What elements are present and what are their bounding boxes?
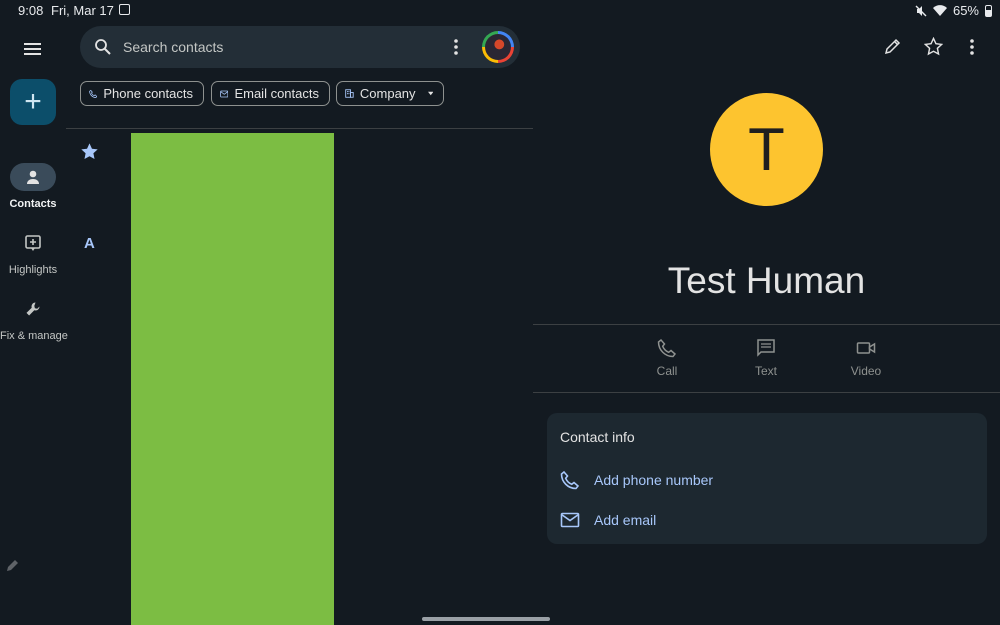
nav-pill-contacts — [10, 163, 56, 191]
contact-initial: T — [748, 116, 785, 183]
nav-label-fix-manage: Fix & manage — [0, 330, 68, 342]
company-filter-chip[interactable]: Company — [336, 81, 444, 106]
add-phone-row[interactable]: Add phone number — [560, 470, 713, 490]
nav-label-highlights: Highlights — [8, 264, 58, 276]
phone-icon — [89, 89, 98, 98]
phone-contacts-chip[interactable]: Phone contacts — [80, 81, 204, 106]
text-action-button[interactable]: Text — [736, 338, 796, 378]
contact-avatar: T — [710, 93, 823, 206]
contact-list-redacted — [131, 133, 334, 625]
phone-contacts-label: Phone contacts — [103, 86, 193, 101]
status-date: Fri, Mar 17 — [51, 3, 114, 18]
plus-icon: + — [24, 85, 42, 118]
call-action-button[interactable]: Call — [637, 338, 697, 378]
text-label: Text — [754, 364, 777, 378]
nav-item-highlights[interactable]: Highlights — [0, 229, 66, 276]
more-vert-icon[interactable] — [454, 38, 458, 56]
call-icon — [657, 338, 677, 358]
search-icon — [95, 39, 111, 55]
contact-info-title: Contact info — [560, 429, 635, 445]
email-contacts-label: Email contacts — [234, 86, 319, 101]
menu-icon[interactable] — [23, 41, 43, 57]
search-bar[interactable]: Search contacts — [80, 26, 520, 68]
account-avatar[interactable] — [482, 31, 514, 63]
contact-name: Test Human — [667, 260, 866, 301]
actions-bottom-divider — [533, 392, 1000, 393]
nav-label-contacts: Contacts — [9, 198, 57, 210]
home-indicator[interactable] — [422, 617, 550, 621]
edit-pencil-icon[interactable] — [6, 558, 20, 572]
actions-top-divider — [533, 324, 1000, 325]
list-divider — [66, 128, 533, 129]
notification-icon — [119, 4, 130, 15]
nav-pill-highlights — [10, 229, 56, 257]
account-avatar-image — [485, 34, 511, 60]
nav-item-fix-manage[interactable]: Fix & manage — [0, 295, 68, 342]
battery-percent: 65% — [952, 3, 979, 18]
highlights-icon — [25, 235, 41, 251]
edit-icon[interactable] — [884, 37, 902, 55]
message-icon — [757, 339, 775, 357]
create-contact-button[interactable]: + — [10, 79, 56, 125]
video-icon — [856, 342, 876, 354]
company-filter-label: Company — [359, 86, 416, 101]
email-icon — [220, 90, 229, 97]
mute-icon — [915, 5, 927, 16]
contact-info-card: Contact info Add phone number Add email — [547, 413, 987, 544]
email-icon — [560, 512, 580, 528]
status-right-group: 65% — [915, 3, 992, 18]
video-label: Video — [850, 364, 882, 378]
nav-item-contacts[interactable]: Contacts — [0, 163, 66, 210]
add-phone-label[interactable]: Add phone number — [594, 472, 713, 488]
person-icon — [27, 170, 39, 184]
wrench-icon — [26, 302, 40, 316]
add-email-row[interactable]: Add email — [560, 512, 656, 528]
search-input[interactable]: Search contacts — [123, 39, 223, 55]
nav-pill-fix-manage — [10, 295, 56, 323]
add-email-label[interactable]: Add email — [594, 512, 656, 528]
section-letter-a: A — [84, 235, 95, 252]
wifi-icon — [932, 4, 947, 16]
status-time: 9:08 — [18, 3, 44, 18]
favorite-star-icon[interactable] — [924, 37, 943, 56]
video-action-button[interactable]: Video — [836, 338, 896, 378]
more-options-icon[interactable] — [970, 38, 974, 56]
dropdown-arrow-icon — [427, 91, 433, 96]
battery-icon — [985, 4, 992, 17]
building-icon — [345, 89, 354, 98]
favorites-star-icon — [81, 143, 98, 160]
call-label: Call — [656, 364, 678, 378]
phone-icon — [560, 470, 580, 490]
email-contacts-chip[interactable]: Email contacts — [211, 81, 330, 106]
